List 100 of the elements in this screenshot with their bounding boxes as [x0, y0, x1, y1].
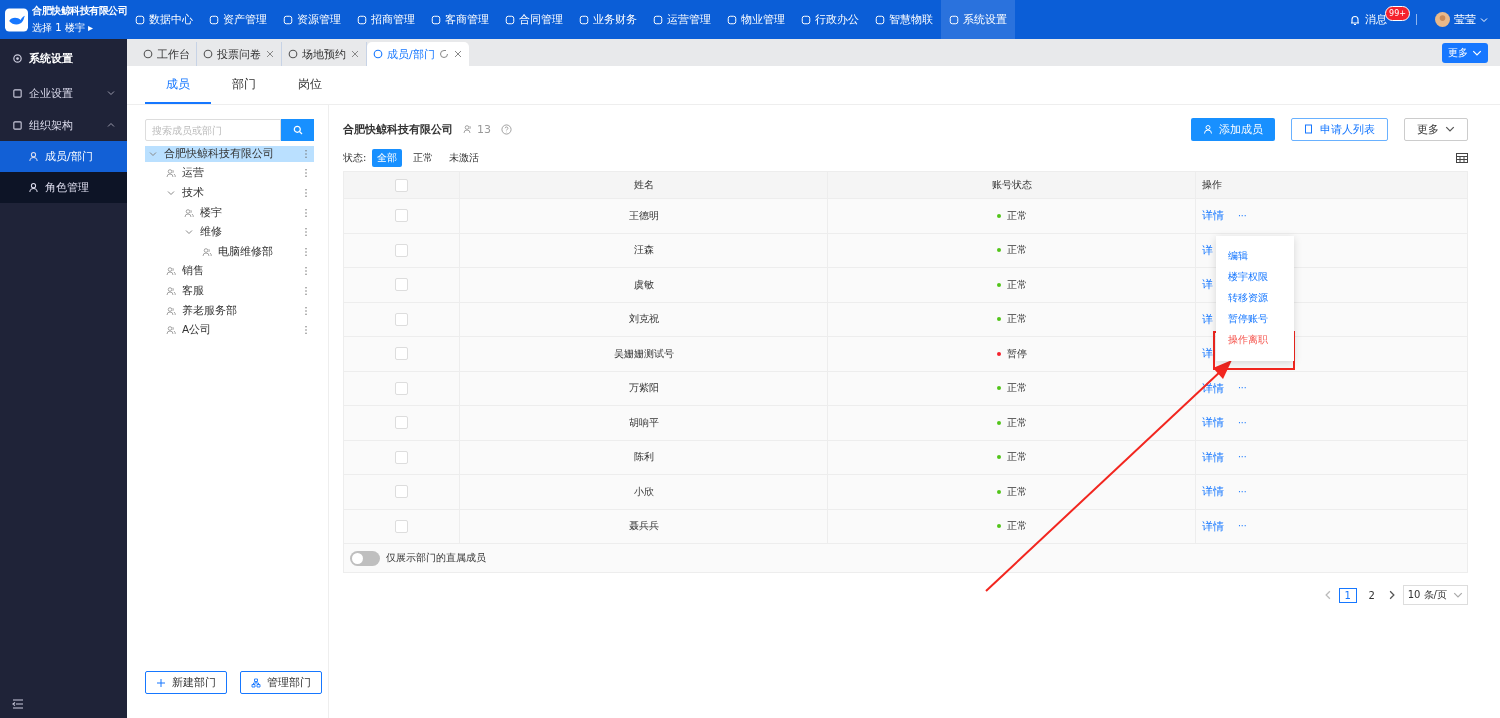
menu-fold-icon[interactable]: [12, 698, 24, 710]
detail-link[interactable]: 详: [1202, 311, 1213, 327]
nav-item[interactable]: 系统设置: [941, 0, 1015, 39]
menu-item[interactable]: 楼宇权限: [1228, 270, 1294, 284]
tree-node[interactable]: 客服: [163, 282, 314, 299]
kebab-icon[interactable]: [304, 325, 308, 336]
nav-item[interactable]: 业务财务: [571, 0, 645, 39]
search-button[interactable]: [281, 119, 314, 141]
department-button[interactable]: 管理部门: [240, 671, 322, 694]
sidebar-item[interactable]: 成员/部门: [0, 141, 127, 172]
detail-link[interactable]: 详: [1202, 277, 1213, 293]
nav-item[interactable]: 资源管理: [275, 0, 349, 39]
search-field[interactable]: 搜索成员或部门: [145, 119, 281, 141]
menu-item[interactable]: 操作离职: [1228, 333, 1294, 347]
kebab-icon[interactable]: [304, 188, 308, 198]
kebab-icon[interactable]: [304, 266, 308, 277]
toggle-switch[interactable]: [350, 550, 380, 566]
tree-node[interactable]: 电脑维修部: [199, 243, 314, 260]
detail-link[interactable]: 详情: [1202, 415, 1224, 431]
detail-link[interactable]: 详: [1202, 242, 1213, 258]
checkbox[interactable]: [395, 381, 408, 395]
page-number[interactable]: 2: [1362, 587, 1381, 603]
tree-node[interactable]: 养老服务部: [163, 302, 314, 319]
tree-node[interactable]: 楼宇: [181, 204, 314, 221]
tree-node[interactable]: 维修: [181, 224, 314, 241]
department-button[interactable]: 新建部门: [145, 671, 227, 694]
nav-item[interactable]: 客商管理: [423, 0, 497, 39]
checkbox[interactable]: [395, 519, 408, 533]
bell-icon[interactable]: [1349, 13, 1362, 26]
status-filter[interactable]: 未激活: [444, 149, 485, 167]
chevron-icon[interactable]: [166, 188, 176, 198]
more-actions-link[interactable]: ···: [1238, 383, 1247, 394]
kebab-icon[interactable]: [304, 285, 308, 296]
sub-tab[interactable]: 岗位: [277, 66, 343, 104]
status-filter[interactable]: 正常: [408, 149, 439, 167]
building-selector[interactable]: 选择 1 楼宇 ▸: [32, 21, 127, 35]
more-actions-link[interactable]: ···: [1238, 521, 1247, 532]
more-actions-link[interactable]: ···: [1238, 452, 1247, 463]
page-tab[interactable]: 成员/部门: [367, 42, 469, 66]
table-settings-icon[interactable]: [1456, 153, 1468, 163]
tree-node[interactable]: A公司: [163, 322, 314, 339]
detail-link[interactable]: 详情: [1202, 484, 1224, 500]
page-number[interactable]: 1: [1338, 587, 1357, 603]
tree-node[interactable]: 技术: [163, 185, 314, 201]
nav-item[interactable]: 行政办公: [793, 0, 867, 39]
tree-node[interactable]: 销售: [163, 263, 314, 280]
more-actions-link[interactable]: ···: [1238, 486, 1247, 497]
page-tab[interactable]: 投票问卷: [197, 42, 282, 66]
refresh-icon[interactable]: [438, 49, 449, 59]
kebab-icon[interactable]: [304, 207, 308, 218]
page-size-select[interactable]: 10 条/页: [1402, 585, 1468, 605]
detail-link[interactable]: 详情: [1202, 518, 1224, 534]
close-icon[interactable]: [452, 49, 463, 59]
nav-item[interactable]: 合同管理: [497, 0, 571, 39]
nav-item[interactable]: 数据中心: [127, 0, 201, 39]
menu-item[interactable]: 编辑: [1228, 249, 1294, 263]
checkbox[interactable]: [395, 178, 408, 192]
add-member-button[interactable]: 添加成员: [1191, 117, 1275, 141]
detail-link[interactable]: 详情: [1202, 208, 1224, 224]
sidebar-group[interactable]: 组织架构: [0, 109, 127, 141]
kebab-icon[interactable]: [304, 305, 308, 316]
kebab-icon[interactable]: [304, 227, 308, 238]
tree-node[interactable]: 合肥快鲸科技有限公司: [145, 145, 314, 162]
avatar[interactable]: [1435, 12, 1450, 27]
sub-tab[interactable]: 部门: [211, 66, 277, 104]
nav-item[interactable]: 招商管理: [349, 0, 423, 39]
menu-item[interactable]: 暂停账号: [1228, 312, 1294, 326]
checkbox[interactable]: [395, 450, 408, 464]
detail-link[interactable]: 详: [1202, 346, 1213, 362]
sidebar-item[interactable]: 角色管理: [0, 172, 127, 203]
status-filter[interactable]: 全部: [372, 149, 403, 167]
checkbox[interactable]: [395, 347, 408, 361]
more-actions-link[interactable]: ···: [1238, 210, 1247, 221]
messages-link[interactable]: 消息: [1365, 12, 1388, 27]
kebab-icon[interactable]: [304, 246, 308, 257]
tree-node[interactable]: 运营: [163, 165, 314, 182]
checkbox[interactable]: [395, 243, 408, 257]
more-actions-link[interactable]: ···: [1238, 417, 1247, 428]
page-tab[interactable]: 工作台: [137, 42, 197, 66]
checkbox[interactable]: [395, 209, 408, 223]
more-dropdown-button[interactable]: 更多: [1404, 117, 1468, 141]
detail-link[interactable]: 详情: [1202, 449, 1224, 465]
user-name[interactable]: 莹莹: [1454, 12, 1476, 27]
kebab-icon[interactable]: [304, 168, 308, 179]
help-icon[interactable]: [501, 123, 512, 135]
checkbox[interactable]: [395, 278, 408, 292]
more-button[interactable]: 更多: [1442, 42, 1488, 63]
nav-item[interactable]: 资产管理: [201, 0, 275, 39]
applicant-list-button[interactable]: 申请人列表: [1291, 117, 1388, 141]
sidebar-group[interactable]: 企业设置: [0, 77, 127, 109]
close-icon[interactable]: [350, 49, 360, 59]
close-icon[interactable]: [265, 49, 275, 59]
nav-item[interactable]: 运营管理: [645, 0, 719, 39]
nav-item[interactable]: 物业管理: [719, 0, 793, 39]
checkbox[interactable]: [395, 416, 408, 430]
sub-tab[interactable]: 成员: [145, 66, 211, 104]
kebab-icon[interactable]: [304, 148, 308, 159]
nav-item[interactable]: 智慧物联: [867, 0, 941, 39]
checkbox[interactable]: [395, 485, 408, 499]
checkbox[interactable]: [395, 312, 408, 326]
